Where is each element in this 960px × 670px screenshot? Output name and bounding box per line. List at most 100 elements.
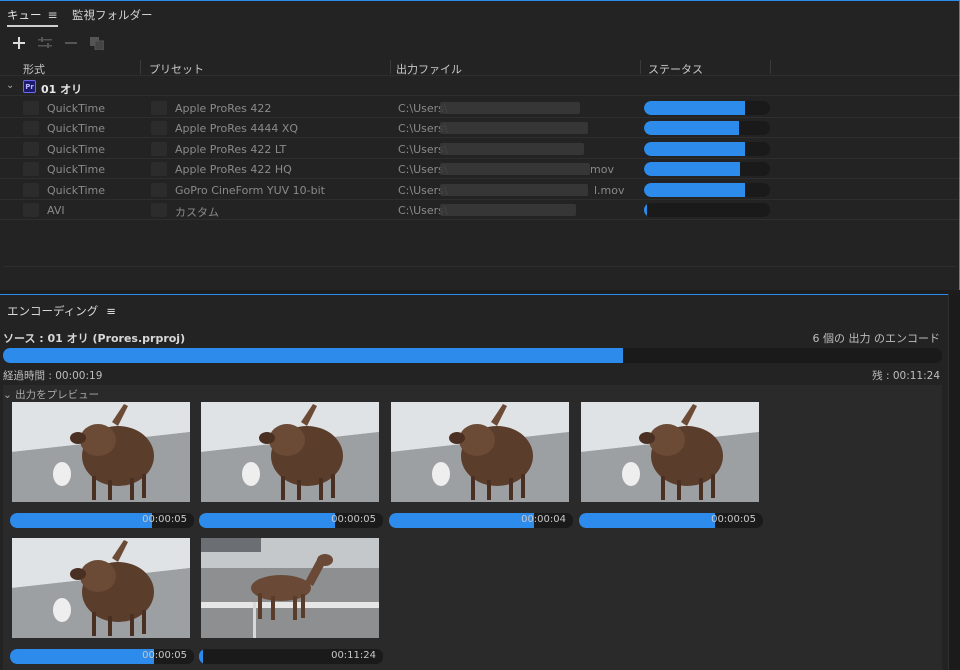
remove-button[interactable] bbox=[58, 33, 84, 53]
sliders-icon bbox=[38, 37, 52, 48]
format-dropdown[interactable] bbox=[23, 121, 39, 136]
queue-row[interactable]: AVI カスタム C:\Users\ bbox=[0, 200, 959, 220]
column-preset[interactable]: プリセット bbox=[149, 61, 204, 77]
encoding-menu-icon[interactable]: ≡ bbox=[106, 304, 116, 318]
tab-queue-label: キュー bbox=[7, 8, 42, 22]
row-format[interactable]: AVI bbox=[47, 204, 65, 217]
row-preset[interactable]: Apple ProRes 4444 XQ bbox=[175, 122, 298, 135]
row-format[interactable]: QuickTime bbox=[47, 122, 105, 135]
preview-time: 00:00:05 bbox=[142, 514, 187, 525]
tab-watch-folders-label: 監視フォルダー bbox=[72, 8, 153, 22]
redacted-path bbox=[440, 142, 584, 155]
preset-dropdown[interactable] bbox=[151, 101, 167, 115]
row-format[interactable]: QuickTime bbox=[47, 102, 105, 115]
column-output-file[interactable]: 出力ファイル bbox=[396, 61, 462, 77]
preview-label: 出力をプレビュー bbox=[15, 389, 100, 401]
preview-time: 00:00:05 bbox=[331, 514, 376, 525]
row-status-bar bbox=[644, 162, 770, 177]
scrollbar-track[interactable] bbox=[948, 294, 960, 670]
preview-progress-bar: 00:00:05 bbox=[10, 649, 194, 664]
preview-thumbnail bbox=[201, 538, 379, 638]
encoding-progress-fill bbox=[3, 348, 623, 363]
queue-row[interactable]: QuickTime Apple ProRes 422 HQ C:\Users\ mov bbox=[0, 159, 959, 180]
row-preset[interactable]: GoPro CineForm YUV 10-bit bbox=[175, 184, 325, 197]
row-preset[interactable]: Apple ProRes 422 HQ bbox=[175, 163, 292, 176]
format-dropdown[interactable] bbox=[23, 101, 39, 115]
source-label: ソース : 01 オリ (Prores.prproj) bbox=[3, 332, 186, 345]
row-status-fill bbox=[644, 101, 745, 115]
row-status-bar bbox=[644, 101, 770, 115]
redacted-path bbox=[440, 102, 580, 114]
preview-progress-fill bbox=[199, 513, 336, 528]
row-status-bar bbox=[644, 141, 770, 156]
minus-icon bbox=[65, 42, 77, 44]
elapsed-time: 経過時間 : 00:00:19 bbox=[3, 370, 103, 382]
queue-menu-icon[interactable]: ≡ bbox=[48, 8, 58, 22]
encoding-title: エンコーディング ≡ bbox=[7, 303, 116, 319]
queue-row[interactable]: QuickTime GoPro CineForm YUV 10-bit C:\Use… bbox=[0, 180, 959, 200]
queue-group-row[interactable]: ⌄ Pr 01 オリ bbox=[0, 78, 959, 96]
format-dropdown[interactable] bbox=[23, 182, 39, 197]
remaining-time: 残 : 00:11:24 bbox=[872, 370, 940, 382]
preview-progress-fill bbox=[10, 513, 152, 528]
preview-time: 00:00:04 bbox=[521, 514, 566, 525]
preset-dropdown[interactable] bbox=[151, 203, 167, 217]
encoding-progress-bar bbox=[3, 348, 942, 363]
plus-icon bbox=[13, 37, 25, 49]
queue-empty-area bbox=[4, 219, 956, 267]
redacted-path bbox=[440, 122, 588, 135]
row-format[interactable]: QuickTime bbox=[47, 184, 105, 197]
preset-dropdown[interactable] bbox=[151, 121, 167, 136]
premiere-pro-icon: Pr bbox=[23, 80, 36, 93]
duplicate-button[interactable] bbox=[84, 33, 110, 53]
row-status-fill bbox=[644, 162, 740, 177]
row-output-suffix: l.mov bbox=[594, 183, 625, 197]
output-count-label: 6 個の 出力 のエンコード bbox=[812, 332, 941, 345]
preview-thumbnail bbox=[581, 402, 759, 502]
preview-time: 00:00:05 bbox=[142, 650, 187, 661]
preview-progress-bar: 00:11:24 bbox=[199, 649, 383, 664]
settings-button[interactable] bbox=[32, 33, 58, 53]
preview-progress-bar: 00:00:05 bbox=[199, 513, 383, 528]
row-preset[interactable]: Apple ProRes 422 bbox=[175, 102, 271, 115]
format-dropdown[interactable] bbox=[23, 141, 39, 156]
preview-progress-fill bbox=[10, 649, 154, 664]
preview-toggle[interactable]: ⌄ 出力をプレビュー bbox=[3, 387, 99, 402]
row-format[interactable]: QuickTime bbox=[47, 143, 105, 156]
queue-row[interactable]: QuickTime Apple ProRes 4444 XQ C:\Users\ bbox=[0, 118, 959, 139]
row-preset[interactable]: Apple ProRes 422 LT bbox=[175, 143, 286, 156]
queue-row[interactable]: QuickTime Apple ProRes 422 C:\Users\ bbox=[0, 98, 959, 118]
group-title: 01 オリ bbox=[41, 83, 83, 96]
redacted-path bbox=[440, 183, 588, 196]
row-status-bar bbox=[644, 121, 770, 136]
column-format[interactable]: 形式 bbox=[23, 61, 45, 77]
preview-thumbnail bbox=[12, 402, 190, 502]
redacted-path bbox=[440, 204, 576, 216]
add-source-button[interactable] bbox=[6, 33, 32, 53]
row-format[interactable]: QuickTime bbox=[47, 163, 105, 176]
preview-progress-bar: 00:00:05 bbox=[579, 513, 763, 528]
preview-progress-bar: 00:00:04 bbox=[389, 513, 573, 528]
tab-watch-folders[interactable]: 監視フォルダー bbox=[72, 7, 153, 23]
preview-progress-fill bbox=[389, 513, 535, 528]
chevron-down-icon[interactable]: ⌄ bbox=[6, 80, 14, 91]
column-status[interactable]: ステータス bbox=[648, 61, 703, 77]
preview-thumbnail bbox=[201, 402, 379, 502]
row-status-fill bbox=[644, 121, 739, 136]
queue-column-header: 形式 プリセット 出力ファイル ステータス bbox=[0, 58, 959, 76]
row-status-fill bbox=[644, 203, 647, 217]
preview-progress-bar: 00:00:05 bbox=[10, 513, 194, 528]
preset-dropdown[interactable] bbox=[151, 162, 167, 177]
format-dropdown[interactable] bbox=[23, 203, 39, 217]
row-output-suffix: mov bbox=[590, 163, 614, 177]
tab-queue[interactable]: キュー ≡ bbox=[7, 7, 58, 27]
row-status-bar bbox=[644, 203, 770, 217]
preview-time: 00:00:05 bbox=[711, 514, 756, 525]
queue-row[interactable]: QuickTime Apple ProRes 422 LT C:\Users\ bbox=[0, 139, 959, 159]
preview-thumbnail bbox=[12, 538, 190, 638]
duplicate-icon bbox=[90, 36, 104, 50]
row-preset[interactable]: カスタム bbox=[175, 204, 219, 220]
preset-dropdown[interactable] bbox=[151, 182, 167, 197]
format-dropdown[interactable] bbox=[23, 162, 39, 177]
preset-dropdown[interactable] bbox=[151, 141, 167, 156]
